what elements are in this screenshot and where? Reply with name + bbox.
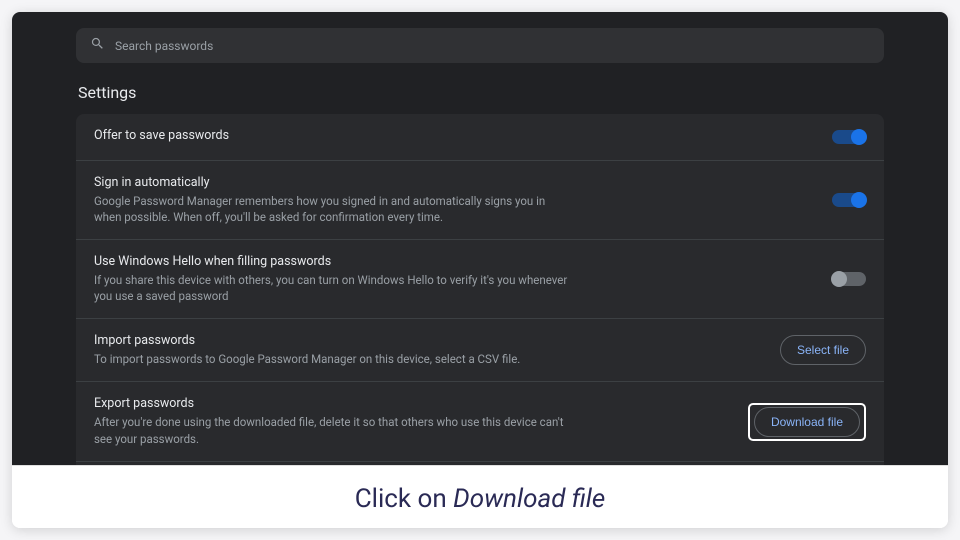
- search-passwords-field[interactable]: Search passwords: [76, 28, 884, 63]
- row-export-passwords: Export passwords After you're done using…: [76, 382, 884, 461]
- tutorial-highlight: Download file: [748, 403, 866, 441]
- toggle-windows-hello[interactable]: [832, 272, 866, 286]
- caption-prefix: Click on: [355, 484, 453, 514]
- row-description: Google Password Manager remembers how yo…: [94, 193, 574, 225]
- search-icon: [90, 36, 105, 55]
- settings-panel: Search passwords Settings Offer to save …: [12, 12, 948, 465]
- row-title: Export passwords: [94, 396, 732, 411]
- settings-card: Offer to save passwords Sign in automati…: [76, 114, 884, 465]
- search-placeholder: Search passwords: [115, 39, 213, 53]
- toggle-save-passwords[interactable]: [832, 130, 866, 144]
- row-import-passwords: Import passwords To import passwords to …: [76, 319, 884, 382]
- row-description: To import passwords to Google Password M…: [94, 351, 574, 367]
- row-title: Use Windows Hello when filling passwords: [94, 254, 816, 269]
- row-windows-hello: Use Windows Hello when filling passwords…: [76, 240, 884, 319]
- row-offer-save-passwords: Offer to save passwords: [76, 114, 884, 161]
- download-file-button[interactable]: Download file: [754, 407, 860, 437]
- row-title: Import passwords: [94, 333, 764, 348]
- settings-heading: Settings: [76, 83, 884, 102]
- row-title: Offer to save passwords: [94, 128, 816, 143]
- tutorial-caption: Click on Download file: [12, 465, 948, 528]
- tutorial-frame: Search passwords Settings Offer to save …: [12, 12, 948, 528]
- caption-emphasis: Download file: [453, 484, 605, 514]
- row-title: Sign in automatically: [94, 175, 816, 190]
- row-description: If you share this device with others, yo…: [94, 272, 574, 304]
- row-description: After you're done using the downloaded f…: [94, 414, 574, 446]
- toggle-sign-in-auto[interactable]: [832, 193, 866, 207]
- select-file-button[interactable]: Select file: [780, 335, 866, 365]
- row-sign-in-automatically: Sign in automatically Google Password Ma…: [76, 161, 884, 240]
